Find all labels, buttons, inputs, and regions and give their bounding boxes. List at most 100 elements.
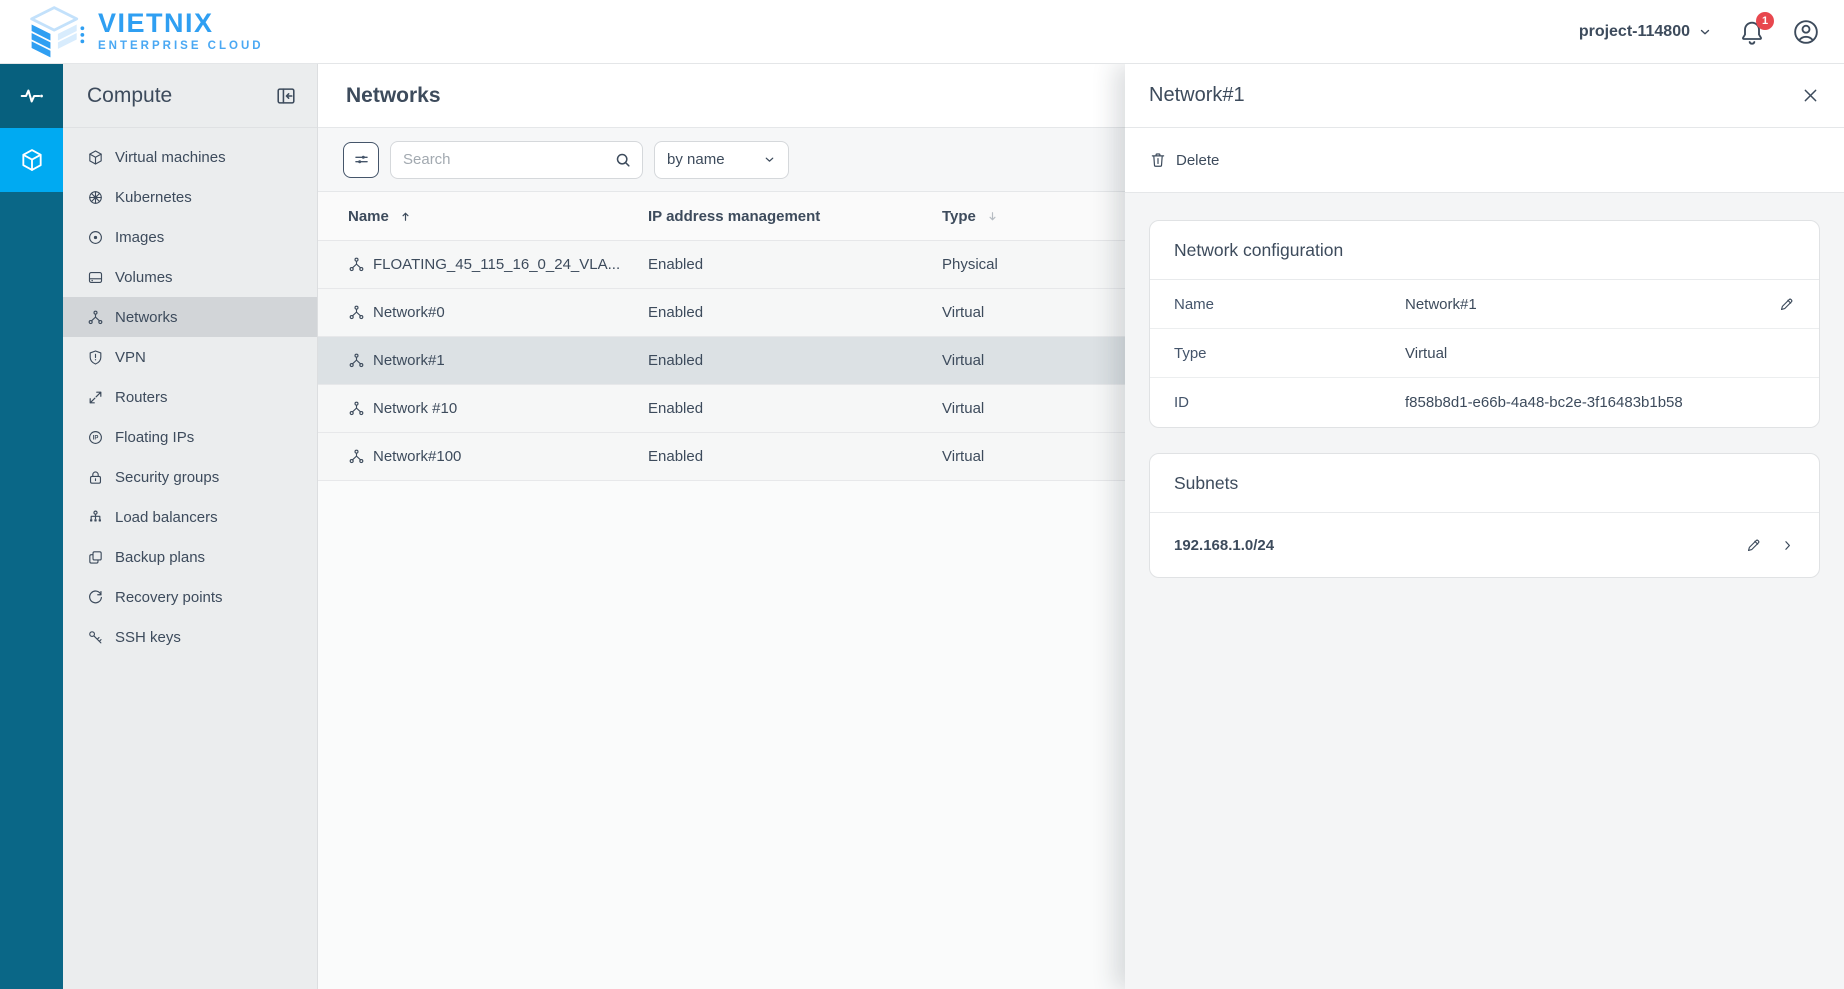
delete-network-button[interactable]: Delete xyxy=(1149,151,1219,169)
helm-wheel-icon xyxy=(87,189,104,206)
edit-subnet-button[interactable] xyxy=(1745,537,1762,554)
subnet-row[interactable]: 192.168.1.0/24 xyxy=(1150,513,1819,577)
vietnix-logo: VIETNIX ENTERPRISE CLOUD xyxy=(26,4,264,60)
config-label: Name xyxy=(1174,296,1405,313)
sidebar-item-images[interactable]: Images xyxy=(63,217,317,257)
subnet-cidr: 192.168.1.0/24 xyxy=(1174,537,1274,554)
sidebar-item-recovery-points[interactable]: Recovery points xyxy=(63,577,317,617)
column-label: IP address management xyxy=(648,208,820,225)
close-drawer-button[interactable] xyxy=(1801,86,1820,105)
compute-sidebar: Compute Virtual machines Kubernetes Imag… xyxy=(63,64,318,989)
sort-by-dropdown[interactable]: by name xyxy=(654,141,789,179)
search-icon xyxy=(613,150,633,170)
lock-icon xyxy=(87,469,104,486)
pencil-icon xyxy=(1778,296,1795,313)
sidebar-item-label: Networks xyxy=(115,309,178,326)
chevron-right-icon xyxy=(1780,538,1795,553)
sort-desc-icon xyxy=(986,210,999,223)
ip-management-cell: Enabled xyxy=(648,256,942,273)
network-icon xyxy=(348,256,365,273)
search-input[interactable] xyxy=(390,141,643,179)
svg-text:IP: IP xyxy=(93,435,99,441)
sidebar-item-virtual-machines[interactable]: Virtual machines xyxy=(63,137,317,177)
column-label: Type xyxy=(942,208,976,225)
config-row-type: Type Virtual xyxy=(1150,329,1819,378)
column-header-name[interactable]: Name xyxy=(348,208,648,225)
sidebar-item-load-balancers[interactable]: Load balancers xyxy=(63,497,317,537)
account-button[interactable] xyxy=(1792,18,1820,46)
brand-subtitle: ENTERPRISE CLOUD xyxy=(98,41,264,53)
notifications-button[interactable]: 1 xyxy=(1738,18,1766,46)
network-detail-drawer: Network#1 Delete Network configuration N… xyxy=(1125,64,1844,989)
sidebar-title: Compute xyxy=(87,84,172,108)
sidebar-item-label: Kubernetes xyxy=(115,189,192,206)
key-icon xyxy=(87,629,104,646)
network-icon xyxy=(348,352,365,369)
cube-icon xyxy=(87,149,104,166)
sidebar-item-label: SSH keys xyxy=(115,629,181,646)
sidebar-item-label: Recovery points xyxy=(115,589,223,606)
config-value: f858b8d1-e66b-4a48-bc2e-3f16483b1b58 xyxy=(1405,394,1795,411)
network-icon xyxy=(348,400,365,417)
disc-icon xyxy=(87,229,104,246)
sidebar-item-label: Routers xyxy=(115,389,168,406)
sidebar-item-floating-ips[interactable]: IP Floating IPs xyxy=(63,417,317,457)
restore-icon xyxy=(87,589,104,606)
sidebar-item-label: Images xyxy=(115,229,164,246)
cube-icon xyxy=(19,147,45,173)
open-subnet-button[interactable] xyxy=(1780,538,1795,553)
sidebar-item-ssh-keys[interactable]: SSH keys xyxy=(63,617,317,657)
sidebar-item-label: Virtual machines xyxy=(115,149,226,166)
edit-name-button[interactable] xyxy=(1778,296,1795,313)
collapse-sidebar-button[interactable] xyxy=(275,85,297,107)
balancer-icon xyxy=(87,509,104,526)
sort-asc-icon xyxy=(399,210,412,223)
app-rail xyxy=(0,64,63,989)
trash-icon xyxy=(1149,151,1167,169)
subnets-card: Subnets 192.168.1.0/24 xyxy=(1149,453,1820,578)
sidebar-item-security-groups[interactable]: Security groups xyxy=(63,457,317,497)
vietnix-logo-icon xyxy=(26,4,88,60)
sidebar-item-label: VPN xyxy=(115,349,146,366)
network-name: Network#0 xyxy=(373,304,459,321)
sidebar-item-vpn[interactable]: VPN xyxy=(63,337,317,377)
column-header-ip-management[interactable]: IP address management xyxy=(648,208,942,225)
pencil-icon xyxy=(1745,537,1762,554)
page-title: Networks xyxy=(346,84,441,108)
network-name: Network #10 xyxy=(373,400,471,417)
sliders-icon xyxy=(352,150,371,169)
close-icon xyxy=(1801,86,1820,105)
rail-item-monitoring[interactable] xyxy=(0,64,63,128)
user-avatar-icon xyxy=(1792,18,1820,46)
config-row-id: ID f858b8d1-e66b-4a48-bc2e-3f16483b1b58 xyxy=(1150,378,1819,427)
column-label: Name xyxy=(348,208,389,225)
diagonal-arrows-icon xyxy=(87,389,104,406)
filter-button[interactable] xyxy=(343,142,379,178)
app-window: VIETNIX ENTERPRISE CLOUD project-114800 … xyxy=(0,0,1844,989)
sidebar-item-backup-plans[interactable]: Backup plans xyxy=(63,537,317,577)
sidebar-item-kubernetes[interactable]: Kubernetes xyxy=(63,177,317,217)
rail-item-compute[interactable] xyxy=(0,128,63,192)
sidebar-item-label: Security groups xyxy=(115,469,219,486)
config-value: Virtual xyxy=(1405,345,1795,362)
ip-management-cell: Enabled xyxy=(648,448,942,465)
notification-badge: 1 xyxy=(1756,12,1774,30)
sidebar-item-label: Floating IPs xyxy=(115,429,194,446)
drive-icon xyxy=(87,269,104,286)
sidebar-item-routers[interactable]: Routers xyxy=(63,377,317,417)
ip-circle-icon: IP xyxy=(87,429,104,446)
chevron-down-icon xyxy=(1698,25,1712,39)
collapse-panel-icon xyxy=(275,85,297,107)
copy-icon xyxy=(87,549,104,566)
ip-management-cell: Enabled xyxy=(648,352,942,369)
network-icon xyxy=(348,304,365,321)
network-icon xyxy=(348,448,365,465)
chevron-down-icon xyxy=(763,153,776,166)
sort-by-value: by name xyxy=(667,151,725,168)
delete-label: Delete xyxy=(1176,152,1219,169)
network-icon xyxy=(87,309,104,326)
project-selector[interactable]: project-114800 xyxy=(1579,23,1712,41)
config-row-name: Name Network#1 xyxy=(1150,280,1819,329)
sidebar-item-networks[interactable]: Networks xyxy=(63,297,317,337)
sidebar-item-volumes[interactable]: Volumes xyxy=(63,257,317,297)
